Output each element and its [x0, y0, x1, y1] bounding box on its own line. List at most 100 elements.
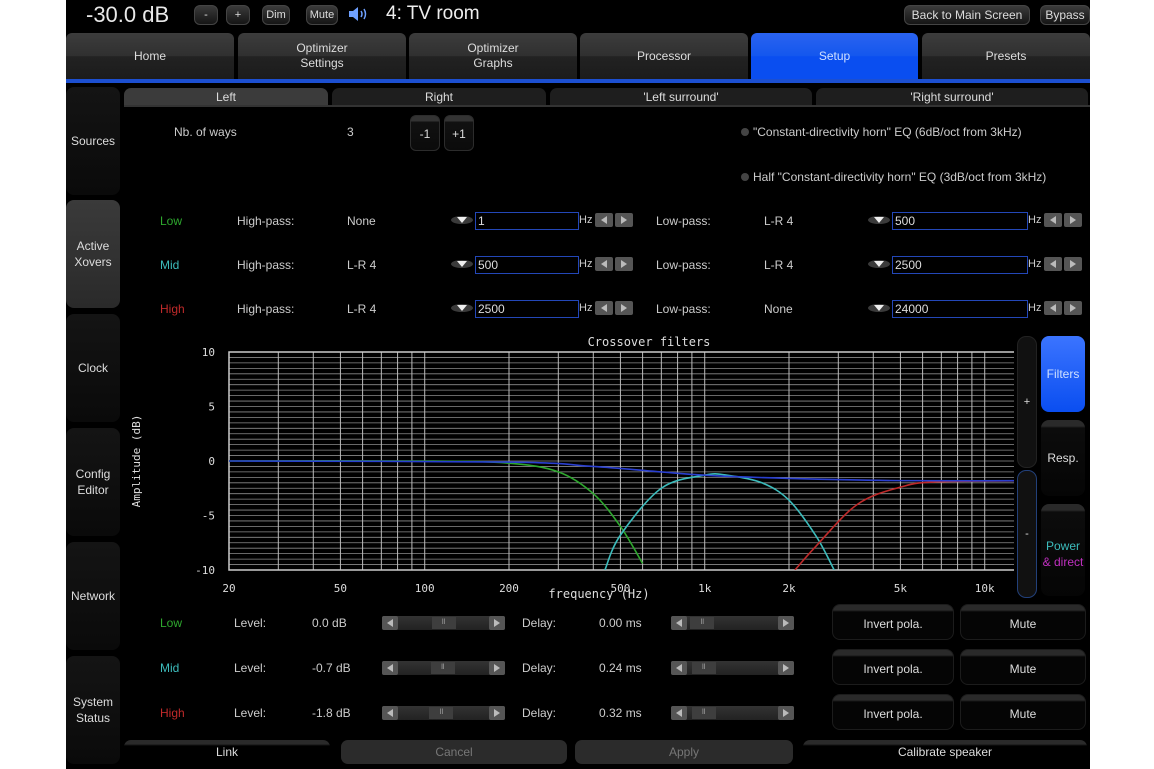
arrow-right-icon[interactable] [615, 301, 633, 315]
sidebar-item-network[interactable]: Network [66, 542, 120, 650]
volume-down-button[interactable]: - [194, 5, 218, 25]
sidebar-item-system-status[interactable]: System Status [66, 656, 120, 764]
highpass-freq-input-low[interactable]: 1 [475, 212, 579, 230]
mute-button[interactable]: Mute [306, 5, 338, 25]
lowpass-freq-input-mid[interactable]: 2500 [892, 256, 1028, 274]
highpass-freq-input-high[interactable]: 2500 [475, 300, 579, 318]
arrow-right-icon[interactable] [615, 257, 633, 271]
link-button[interactable]: Link [124, 740, 330, 764]
invert-polarity-button-mid[interactable]: Invert pola. [832, 649, 954, 685]
lowpass-type-low[interactable]: L-R 4 [764, 214, 793, 228]
lowpass-dropdown-icon-mid[interactable] [868, 259, 890, 269]
slider-right-arrow-icon[interactable] [489, 616, 505, 630]
channel-tab-left[interactable]: Left [124, 88, 328, 105]
channel-tab-right-surround[interactable]: 'Right surround' [816, 88, 1088, 105]
slider-thumb[interactable]: ll [429, 707, 454, 719]
half-cd-horn-eq-radio[interactable] [741, 173, 749, 181]
level-slider-low[interactable]: ll [382, 616, 505, 630]
slider-left-arrow-icon[interactable] [671, 706, 687, 720]
cancel-button[interactable]: Cancel [341, 740, 567, 764]
channel-tab-right[interactable]: Right [332, 88, 546, 105]
back-to-main-button[interactable]: Back to Main Screen [904, 5, 1030, 25]
ways-increment-button[interactable]: +1 [444, 115, 474, 151]
ways-decrement-button[interactable]: -1 [410, 115, 440, 151]
mute-band-button-high[interactable]: Mute [960, 694, 1086, 730]
invert-polarity-button-high[interactable]: Invert pola. [832, 694, 954, 730]
slider-right-arrow-icon[interactable] [778, 706, 794, 720]
sidebar-item-clock[interactable]: Clock [66, 314, 120, 422]
cd-horn-eq-label[interactable]: "Constant-directivity horn" EQ (6dB/oct … [753, 125, 1022, 139]
tab-optimizer-settings[interactable]: Optimizer Settings [238, 33, 406, 79]
slider-right-arrow-icon[interactable] [778, 616, 794, 630]
speaker-volume-icon[interactable] [347, 5, 371, 23]
arrow-right-icon[interactable] [1064, 213, 1082, 227]
response-view-button[interactable]: Resp. [1041, 420, 1085, 496]
highpass-type-high[interactable]: L-R 4 [347, 302, 376, 316]
slider-thumb[interactable]: ll [691, 662, 716, 674]
highpass-dropdown-icon-mid[interactable] [451, 259, 473, 269]
highpass-freq-stepper-high[interactable] [595, 301, 633, 315]
arrow-right-icon[interactable] [1064, 257, 1082, 271]
arrow-right-icon[interactable] [1064, 301, 1082, 315]
arrow-left-icon[interactable] [1044, 301, 1062, 315]
slider-right-arrow-icon[interactable] [489, 661, 505, 675]
slider-thumb[interactable]: ll [690, 617, 715, 629]
lowpass-type-mid[interactable]: L-R 4 [764, 258, 793, 272]
channel-tab-left-surround[interactable]: 'Left surround' [550, 88, 812, 105]
slider-left-arrow-icon[interactable] [671, 661, 687, 675]
cd-horn-eq-radio[interactable] [741, 128, 749, 136]
slider-left-arrow-icon[interactable] [382, 616, 398, 630]
arrow-left-icon[interactable] [1044, 213, 1062, 227]
lowpass-type-high[interactable]: None [764, 302, 793, 316]
level-slider-high[interactable]: ll [382, 706, 505, 720]
tab-setup[interactable]: Setup [751, 33, 918, 79]
highpass-freq-stepper-low[interactable] [595, 213, 633, 227]
delay-slider-high[interactable]: ll [671, 706, 794, 720]
lowpass-freq-stepper-mid[interactable] [1044, 257, 1082, 271]
arrow-left-icon[interactable] [595, 213, 613, 227]
mute-band-button-mid[interactable]: Mute [960, 649, 1086, 685]
lowpass-freq-stepper-low[interactable] [1044, 213, 1082, 227]
delay-slider-low[interactable]: ll [671, 616, 794, 630]
calibrate-speaker-button[interactable]: Calibrate speaker [803, 740, 1087, 764]
highpass-freq-input-mid[interactable]: 500 [475, 256, 579, 274]
slider-right-arrow-icon[interactable] [489, 706, 505, 720]
tab-presets[interactable]: Presets [922, 33, 1090, 79]
sidebar-item-active-xovers[interactable]: Active Xovers [66, 200, 120, 308]
lowpass-freq-stepper-high[interactable] [1044, 301, 1082, 315]
highpass-freq-stepper-mid[interactable] [595, 257, 633, 271]
lowpass-dropdown-icon-high[interactable] [868, 303, 890, 313]
mute-band-button-low[interactable]: Mute [960, 604, 1086, 640]
slider-thumb[interactable]: ll [430, 662, 455, 674]
lowpass-freq-input-low[interactable]: 500 [892, 212, 1028, 230]
arrow-left-icon[interactable] [595, 257, 613, 271]
dim-button[interactable]: Dim [262, 5, 290, 25]
arrow-left-icon[interactable] [1044, 257, 1062, 271]
lowpass-dropdown-icon-low[interactable] [868, 215, 890, 225]
half-cd-horn-eq-label[interactable]: Half "Constant-directivity horn" EQ (3dB… [753, 170, 1046, 184]
highpass-dropdown-icon-low[interactable] [451, 215, 473, 225]
highpass-type-mid[interactable]: L-R 4 [347, 258, 376, 272]
arrow-right-icon[interactable] [615, 213, 633, 227]
tab-home[interactable]: Home [66, 33, 234, 79]
tab-optimizer-graphs[interactable]: Optimizer Graphs [409, 33, 577, 79]
highpass-dropdown-icon-high[interactable] [451, 303, 473, 313]
arrow-left-icon[interactable] [595, 301, 613, 315]
graph-zoom-in-button[interactable]: + [1017, 336, 1037, 468]
sidebar-item-sources[interactable]: Sources [66, 87, 120, 195]
graph-zoom-out-button[interactable]: - [1017, 470, 1037, 598]
apply-button[interactable]: Apply [575, 740, 793, 764]
power-direct-view-button[interactable]: Power & direct [1041, 504, 1085, 596]
slider-left-arrow-icon[interactable] [382, 661, 398, 675]
delay-slider-mid[interactable]: ll [671, 661, 794, 675]
slider-thumb[interactable]: ll [691, 707, 716, 719]
slider-left-arrow-icon[interactable] [382, 706, 398, 720]
slider-thumb[interactable]: ll [431, 617, 456, 629]
lowpass-freq-input-high[interactable]: 24000 [892, 300, 1028, 318]
slider-right-arrow-icon[interactable] [778, 661, 794, 675]
invert-polarity-button-low[interactable]: Invert pola. [832, 604, 954, 640]
filters-view-button[interactable]: Filters [1041, 336, 1085, 412]
level-slider-mid[interactable]: ll [382, 661, 505, 675]
sidebar-item-config-editor[interactable]: Config Editor [66, 428, 120, 536]
highpass-type-low[interactable]: None [347, 214, 376, 228]
